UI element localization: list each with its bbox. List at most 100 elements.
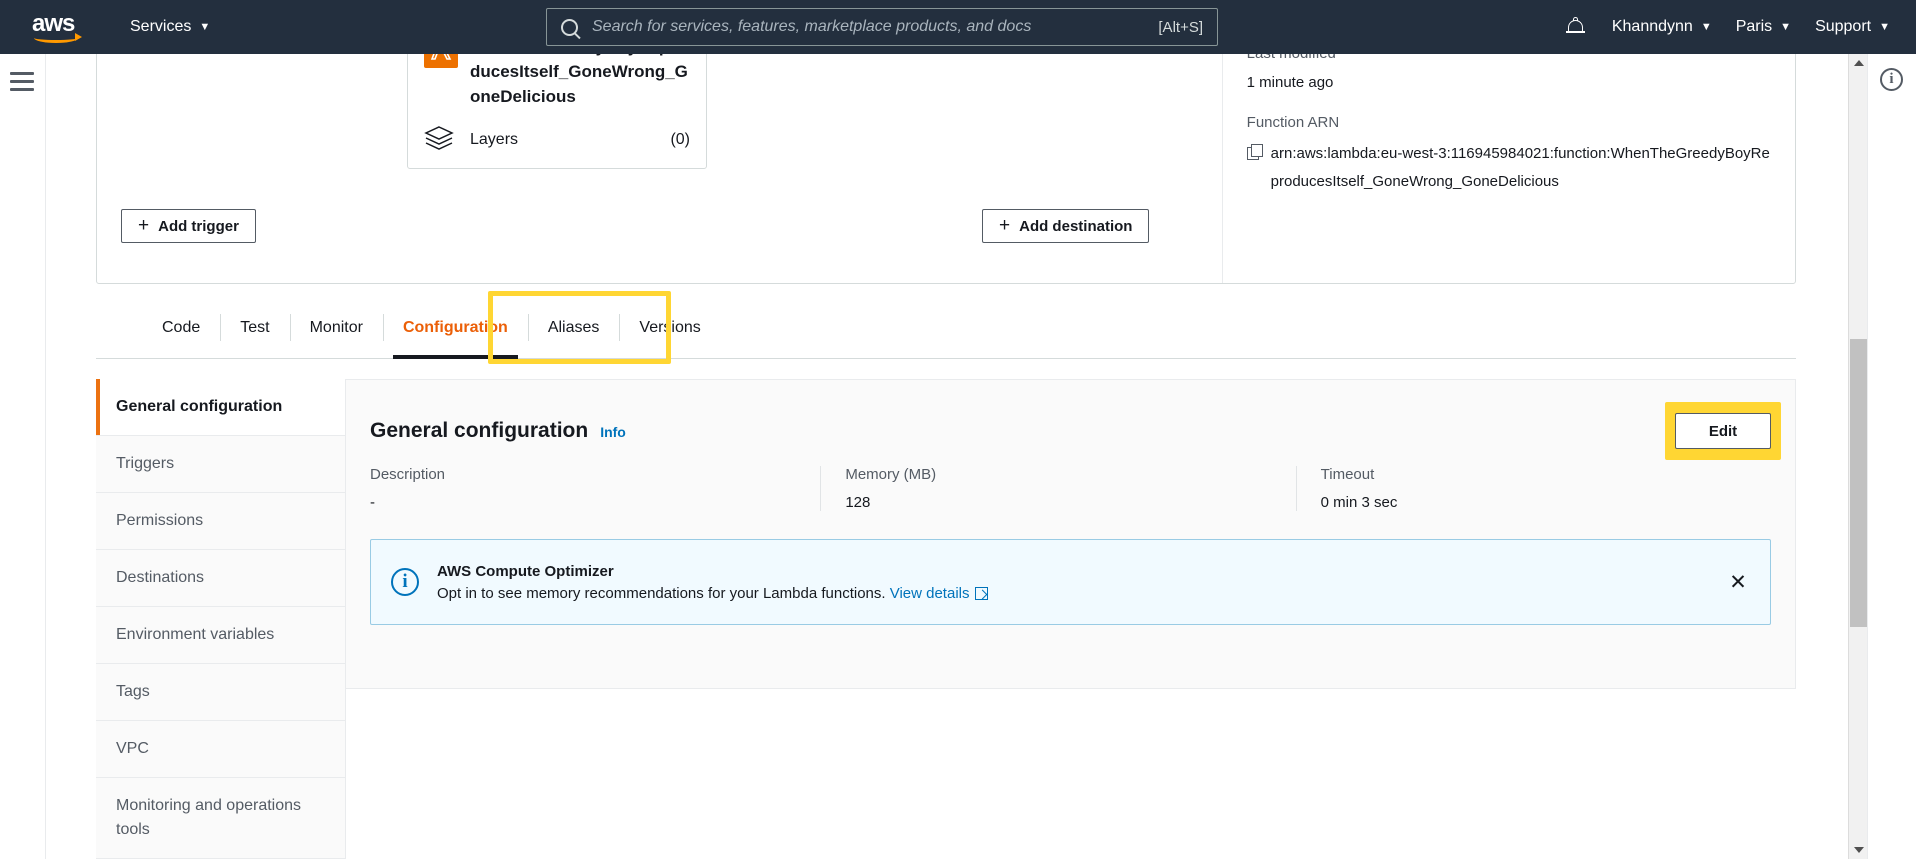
account-menu[interactable]: Khanndynn ▼ bbox=[1600, 0, 1724, 54]
function-arn-label: Function ARN bbox=[1246, 114, 1340, 131]
hamburger-menu-icon[interactable] bbox=[10, 72, 34, 91]
property-timeout: Timeout 0 min 3 sec bbox=[1295, 466, 1771, 511]
view-details-link[interactable]: View details bbox=[890, 585, 970, 602]
services-menu-label: Services bbox=[130, 18, 192, 35]
sidebar-item-label: VPC bbox=[116, 740, 149, 757]
hamburger-bar bbox=[10, 72, 34, 75]
lambda-service-icon bbox=[424, 54, 458, 68]
tab-label: Test bbox=[240, 318, 270, 336]
global-search[interactable]: [Alt+S] bbox=[546, 8, 1218, 46]
sidebar-item-environment-variables[interactable]: Environment variables bbox=[96, 607, 345, 664]
last-modified-value: 1 minute ago bbox=[1246, 74, 1334, 91]
sidebar-item-label: Tags bbox=[116, 683, 150, 700]
add-destination-button[interactable]: + Add destination bbox=[982, 209, 1150, 243]
last-modified-label: Last modified bbox=[1247, 54, 1771, 62]
right-help-rail: i bbox=[1867, 54, 1916, 859]
tab-configuration[interactable]: Configuration bbox=[382, 297, 528, 359]
configuration-sidebar: General configuration Triggers Permissions… bbox=[96, 379, 346, 859]
tabs-container: Code Test Monitor Configuration Aliases Versi… bbox=[96, 297, 1796, 359]
aws-logo-text: aws bbox=[32, 10, 75, 37]
tab-code[interactable]: Code bbox=[142, 297, 220, 358]
function-overview-meta: Last modified 1 minute ago Function ARN … bbox=[1221, 54, 1795, 283]
search-input[interactable] bbox=[590, 17, 1159, 37]
chevron-down-icon: ▼ bbox=[1780, 21, 1792, 33]
chevron-down-icon: ▼ bbox=[1700, 21, 1712, 33]
edit-button-wrap: Edit bbox=[1665, 402, 1781, 460]
tab-label: Code bbox=[162, 318, 201, 336]
sidebar-item-monitoring-and-operations-tools[interactable]: Monitoring and operations tools bbox=[96, 778, 345, 859]
layers-count: (0) bbox=[670, 130, 690, 148]
search-shortcut-hint: [Alt+S] bbox=[1158, 18, 1203, 36]
scrollbar-thumb[interactable] bbox=[1850, 339, 1867, 627]
region-menu[interactable]: Paris ▼ bbox=[1724, 0, 1803, 54]
plus-icon: + bbox=[138, 215, 150, 236]
flashbar-body: Opt in to see memory recommendations for… bbox=[437, 585, 1724, 602]
hamburger-bar bbox=[10, 88, 34, 91]
layers-row[interactable]: Layers (0) bbox=[424, 125, 690, 154]
tab-label: Versions bbox=[639, 318, 701, 336]
bell-base bbox=[1565, 31, 1585, 33]
tab-label: Monitor bbox=[309, 318, 363, 336]
sidebar-item-general-configuration[interactable]: General configuration bbox=[96, 379, 345, 436]
edit-button[interactable]: Edit bbox=[1675, 413, 1771, 449]
sidebar-item-label: Environment variables bbox=[116, 626, 275, 643]
scrollbar-up-arrow[interactable] bbox=[1849, 54, 1868, 72]
hamburger-bar bbox=[10, 80, 34, 83]
tab-label: Aliases bbox=[547, 318, 600, 336]
page-title: General configuration Info bbox=[370, 419, 626, 443]
compute-optimizer-flashbar: i AWS Compute Optimizer Opt in to see me… bbox=[370, 539, 1771, 625]
function-arn-value: arn:aws:lambda:eu-west-3:116945984021:fu… bbox=[1270, 145, 1770, 190]
tab-test[interactable]: Test bbox=[220, 297, 289, 358]
tab-aliases[interactable]: Aliases bbox=[527, 297, 620, 358]
flashbar-close-button[interactable]: ✕ bbox=[1724, 568, 1752, 596]
function-arn-row: arn:aws:lambda:eu-west-3:116945984021:fu… bbox=[1246, 140, 1771, 196]
function-overview-card: WhenTheGreedyBoyReproducesItself_GoneWro… bbox=[96, 54, 1796, 284]
global-search-box[interactable]: [Alt+S] bbox=[546, 8, 1218, 46]
info-link[interactable]: Info bbox=[600, 424, 626, 440]
plus-icon: + bbox=[999, 215, 1011, 236]
tab-versions[interactable]: Versions bbox=[619, 297, 720, 358]
aws-logo[interactable]: aws bbox=[32, 10, 92, 43]
sidebar-item-label: Destinations bbox=[116, 569, 205, 586]
notifications-bell-icon[interactable] bbox=[1565, 17, 1586, 37]
sidebar-item-vpc[interactable]: VPC bbox=[96, 721, 345, 778]
general-configuration-panel: General configuration Info Edit Descript… bbox=[346, 379, 1796, 689]
sidebar-item-tags[interactable]: Tags bbox=[96, 664, 345, 721]
last-modified-block: Last modified 1 minute ago bbox=[1247, 54, 1771, 94]
panel-header: General configuration Info Edit bbox=[346, 380, 1795, 460]
flashbar-body-text: Opt in to see memory recommendations for… bbox=[437, 584, 886, 602]
services-menu[interactable]: Services ▼ bbox=[118, 0, 222, 54]
copy-icon[interactable] bbox=[1246, 144, 1263, 160]
chevron-down-icon: ▼ bbox=[199, 21, 211, 33]
function-node-header: WhenTheGreedyBoyReproducesItself_GoneWro… bbox=[424, 54, 690, 109]
info-circle-icon[interactable]: i bbox=[1880, 68, 1903, 91]
sidebar-item-destinations[interactable]: Destinations bbox=[96, 550, 345, 607]
scrollbar-down-arrow[interactable] bbox=[1849, 841, 1868, 859]
function-node-card[interactable]: WhenTheGreedyBoyReproducesItself_GoneWro… bbox=[407, 54, 707, 169]
function-overview-diagram: WhenTheGreedyBoyReproducesItself_GoneWro… bbox=[97, 54, 1222, 283]
property-memory-mb: Memory (MB) 128 bbox=[820, 466, 1295, 511]
sidebar-item-label: Permissions bbox=[116, 512, 204, 529]
property-value: 0 min 3 sec bbox=[1320, 494, 1398, 511]
add-trigger-button[interactable]: + Add trigger bbox=[121, 209, 256, 243]
property-label: Timeout bbox=[1320, 466, 1375, 483]
sidebar-item-triggers[interactable]: Triggers bbox=[96, 436, 345, 493]
account-menu-label: Khanndynn bbox=[1611, 18, 1693, 35]
region-menu-label: Paris bbox=[1735, 18, 1773, 35]
chevron-down-icon: ▼ bbox=[1879, 21, 1890, 33]
left-rail bbox=[0, 54, 46, 859]
function-arn-block: Function ARN arn:aws:lambda:eu-west-3:11… bbox=[1246, 114, 1771, 196]
general-configuration-properties: Description - Memory (MB) 128 Timeout 0 min 3… bbox=[370, 466, 1771, 529]
property-label: Description bbox=[370, 466, 446, 483]
top-navigation-bar: aws Services ▼ [Alt+S] Khanndynn ▼ Paris… bbox=[0, 0, 1916, 54]
sidebar-item-permissions[interactable]: Permissions bbox=[96, 493, 345, 550]
main-content: WhenTheGreedyBoyReproducesItself_GoneWro… bbox=[46, 54, 1848, 859]
external-link-icon bbox=[974, 586, 988, 600]
tab-monitor[interactable]: Monitor bbox=[289, 297, 383, 358]
panel-title-text: General configuration bbox=[370, 419, 589, 442]
search-icon bbox=[561, 18, 578, 36]
flashbar-text: AWS Compute Optimizer Opt in to see memo… bbox=[437, 563, 1724, 602]
add-destination-label: Add destination bbox=[1019, 217, 1133, 235]
support-menu[interactable]: Support ▼ bbox=[1803, 0, 1916, 54]
page-scrollbar[interactable] bbox=[1848, 54, 1867, 859]
